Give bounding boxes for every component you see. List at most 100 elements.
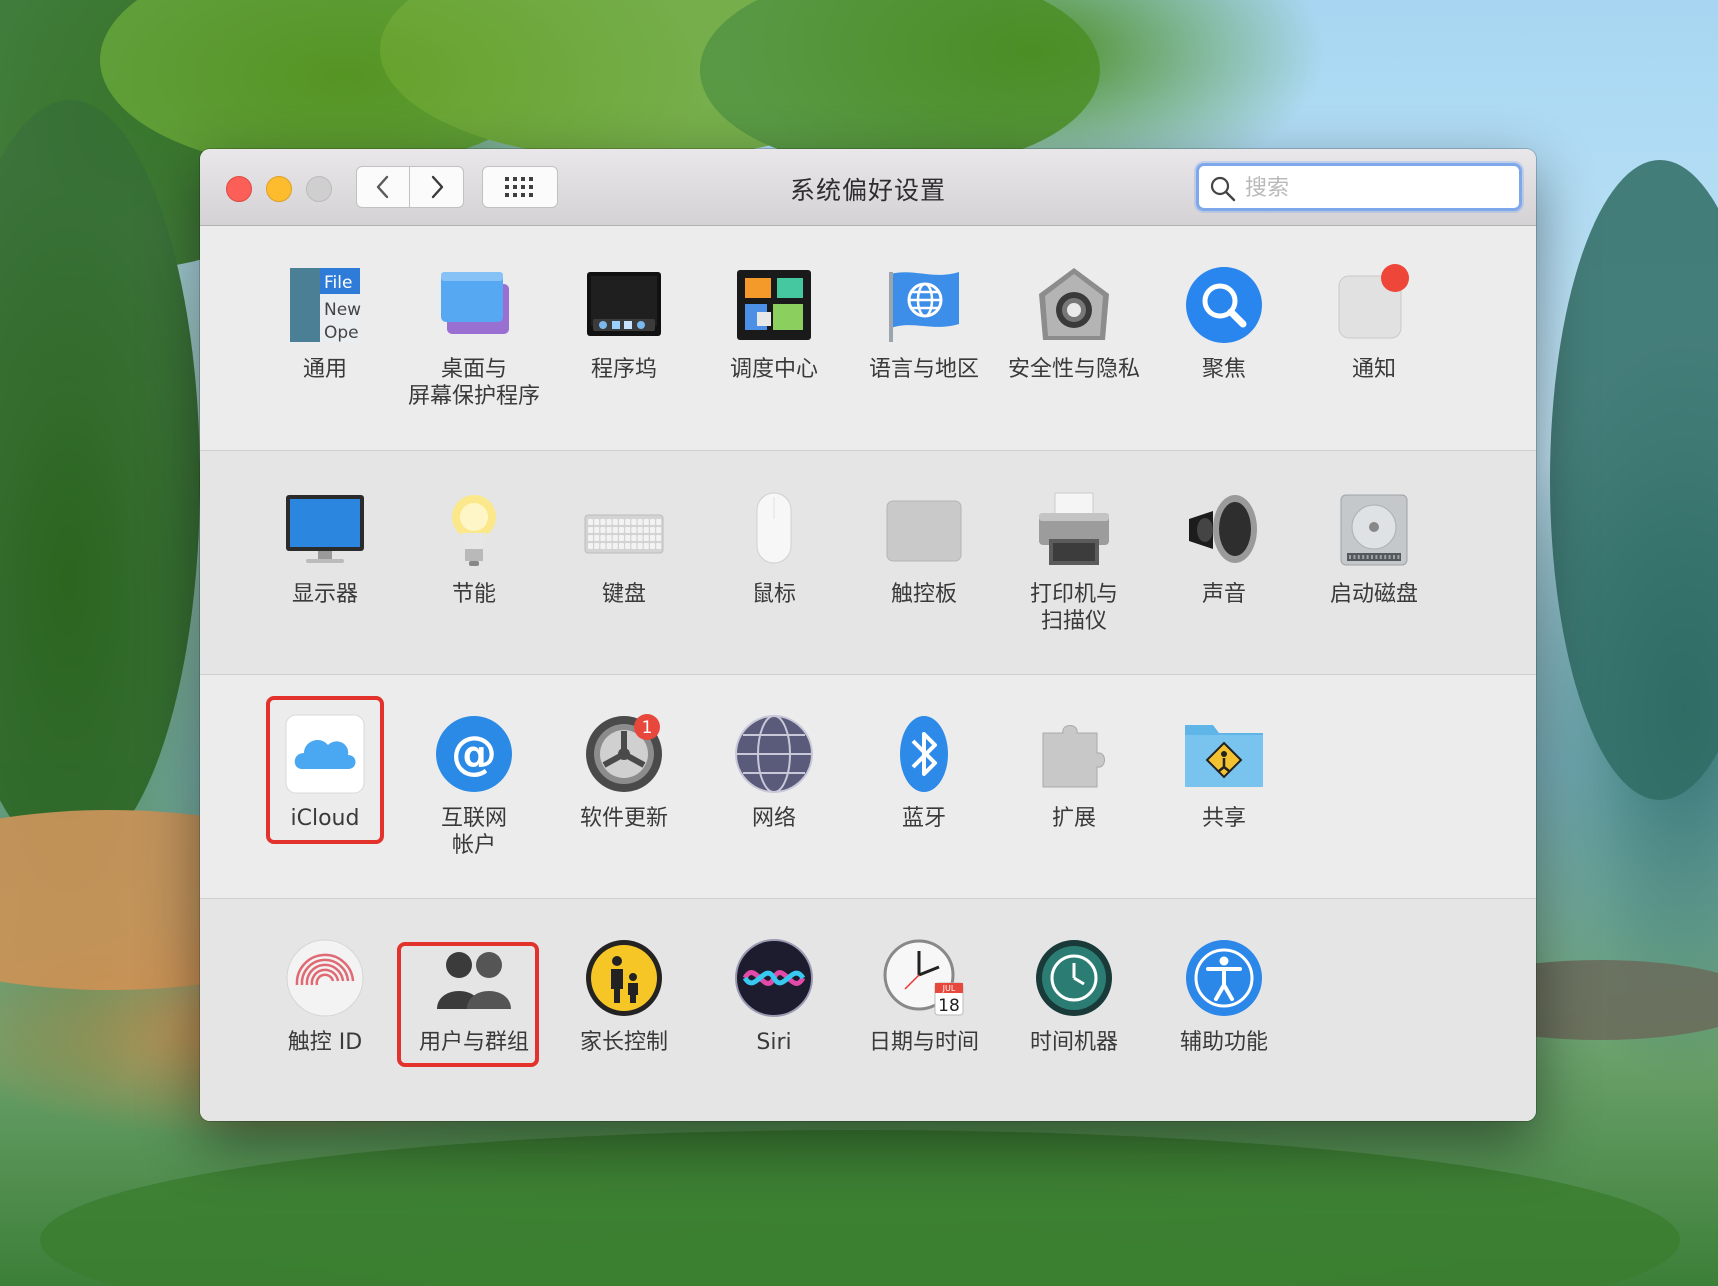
search-input[interactable] bbox=[1243, 172, 1507, 204]
pref-icloud[interactable]: iCloud bbox=[245, 675, 405, 875]
keyboard-icon bbox=[583, 489, 665, 571]
pref-keyboard[interactable]: 键盘 bbox=[544, 451, 704, 651]
pref-sharing[interactable]: 共享 bbox=[1144, 675, 1304, 875]
pref-label: 调度中心 bbox=[729, 357, 818, 382]
pref-label: 节能 bbox=[451, 582, 496, 607]
pref-label: 蓝牙 bbox=[901, 806, 946, 831]
svg-text:@: @ bbox=[451, 726, 497, 780]
pref-label: 程序坞 bbox=[590, 357, 657, 382]
pref-parental[interactable]: 家长控制 bbox=[544, 899, 704, 1099]
pref-spotlight[interactable]: 聚焦 bbox=[1144, 226, 1304, 426]
time-machine-icon bbox=[1033, 937, 1115, 1019]
pref-label: iCloud bbox=[290, 806, 360, 831]
icloud-icon bbox=[284, 713, 366, 795]
date-time-icon: JUL 18 bbox=[883, 937, 965, 1019]
pref-label: 声音 bbox=[1201, 582, 1246, 607]
pref-internet[interactable]: @ 互联网 帐户 bbox=[394, 675, 554, 875]
touch-id-icon bbox=[284, 937, 366, 1019]
accessibility-icon bbox=[1183, 937, 1265, 1019]
pref-label: 互联网 帐户 bbox=[440, 806, 507, 858]
language-region-icon bbox=[883, 264, 965, 346]
energy-saver-icon bbox=[433, 489, 515, 571]
pref-mouse[interactable]: 鼠标 bbox=[694, 451, 854, 651]
pref-accessibility[interactable]: 辅助功能 bbox=[1144, 899, 1304, 1099]
svg-text:18: 18 bbox=[938, 996, 960, 1016]
search-icon bbox=[1209, 175, 1237, 203]
extensions-icon bbox=[1033, 713, 1115, 795]
pref-trackpad[interactable]: 触控板 bbox=[844, 451, 1004, 651]
network-icon bbox=[733, 713, 815, 795]
title-bar: 系统偏好设置 bbox=[200, 149, 1536, 226]
pref-bluetooth[interactable]: 蓝牙 bbox=[844, 675, 1004, 875]
pref-extensions[interactable]: 扩展 bbox=[994, 675, 1154, 875]
pref-security[interactable]: 安全性与隐私 bbox=[994, 226, 1154, 426]
pref-label: 桌面与 屏幕保护程序 bbox=[407, 357, 540, 409]
mouse-icon bbox=[733, 489, 815, 571]
pref-touchid[interactable]: 触控 ID bbox=[245, 899, 405, 1099]
search-field[interactable] bbox=[1196, 163, 1522, 211]
pref-general[interactable]: File New Ope 通用 bbox=[245, 226, 405, 426]
general-icon: File New Ope bbox=[284, 264, 366, 346]
display-icon bbox=[284, 489, 366, 571]
security-privacy-icon bbox=[1033, 264, 1115, 346]
pref-timemachine[interactable]: 时间机器 bbox=[994, 899, 1154, 1099]
internet-accounts-icon: @ bbox=[433, 713, 515, 795]
pref-label: 打印机与 扫描仪 bbox=[1029, 582, 1118, 634]
startup-disk-icon bbox=[1333, 489, 1415, 571]
pref-label: 网络 bbox=[751, 806, 796, 831]
pref-label: 通用 bbox=[302, 357, 347, 382]
software-update-icon: 1 bbox=[583, 713, 665, 795]
pref-label: 共享 bbox=[1201, 806, 1246, 831]
pref-label: 辅助功能 bbox=[1179, 1030, 1268, 1055]
pref-label: 通知 bbox=[1351, 357, 1396, 382]
pref-network[interactable]: 网络 bbox=[694, 675, 854, 875]
pref-sound[interactable]: 声音 bbox=[1144, 451, 1304, 651]
pref-printers[interactable]: 打印机与 扫描仪 bbox=[994, 451, 1154, 651]
notifications-icon bbox=[1333, 264, 1415, 346]
pref-siri[interactable]: Siri bbox=[694, 899, 854, 1099]
pref-desktop[interactable]: 桌面与 屏幕保护程序 bbox=[394, 226, 554, 426]
svg-text:JUL: JUL bbox=[942, 984, 956, 993]
pref-language[interactable]: 语言与地区 bbox=[844, 226, 1004, 426]
pref-label: 聚焦 bbox=[1201, 357, 1246, 382]
pref-label: 触控板 bbox=[890, 582, 957, 607]
mission-control-icon bbox=[733, 264, 815, 346]
pref-label: 启动磁盘 bbox=[1329, 582, 1418, 607]
pref-startup[interactable]: 启动磁盘 bbox=[1294, 451, 1454, 651]
pref-label: 软件更新 bbox=[579, 806, 668, 831]
pref-mission[interactable]: 调度中心 bbox=[694, 226, 854, 426]
pref-label: Siri bbox=[756, 1030, 792, 1055]
pref-label: 显示器 bbox=[291, 582, 358, 607]
pref-notifications[interactable]: 通知 bbox=[1294, 226, 1454, 426]
pref-label: 语言与地区 bbox=[868, 357, 979, 382]
users-groups-icon bbox=[433, 937, 515, 1019]
svg-text:Ope: Ope bbox=[324, 323, 359, 343]
pref-displays[interactable]: 显示器 bbox=[245, 451, 405, 651]
pref-datetime[interactable]: JUL 18 日期与时间 bbox=[844, 899, 1004, 1099]
pref-users[interactable]: 用户与群组 bbox=[394, 899, 554, 1099]
pref-label: 日期与时间 bbox=[868, 1030, 979, 1055]
trackpad-icon bbox=[883, 489, 965, 571]
svg-text:1: 1 bbox=[642, 718, 653, 738]
system-preferences-window: 系统偏好设置 File New Ope 通用 桌面与 屏幕保护程序 程序坞 调度中心 语言与地… bbox=[200, 149, 1536, 1121]
pref-label: 鼠标 bbox=[751, 582, 796, 607]
pref-energy[interactable]: 节能 bbox=[394, 451, 554, 651]
spotlight-icon bbox=[1183, 264, 1265, 346]
pref-label: 扩展 bbox=[1051, 806, 1096, 831]
svg-text:New: New bbox=[324, 300, 361, 320]
pref-update[interactable]: 1 软件更新 bbox=[544, 675, 704, 875]
pref-label: 时间机器 bbox=[1029, 1030, 1118, 1055]
pref-label: 安全性与隐私 bbox=[1007, 357, 1140, 382]
pref-label: 触控 ID bbox=[287, 1030, 363, 1055]
pref-label: 用户与群组 bbox=[418, 1030, 529, 1055]
sound-icon bbox=[1183, 489, 1265, 571]
dock-icon bbox=[583, 264, 665, 346]
svg-text:File: File bbox=[324, 273, 352, 293]
pref-label: 家长控制 bbox=[579, 1030, 668, 1055]
preferences-grid: File New Ope 通用 桌面与 屏幕保护程序 程序坞 调度中心 语言与地区 安全性与隐私… bbox=[200, 226, 1536, 1121]
printer-icon bbox=[1033, 489, 1115, 571]
pref-dock[interactable]: 程序坞 bbox=[544, 226, 704, 426]
bluetooth-icon bbox=[883, 713, 965, 795]
siri-icon bbox=[733, 937, 815, 1019]
desktop-screensaver-icon bbox=[433, 264, 515, 346]
